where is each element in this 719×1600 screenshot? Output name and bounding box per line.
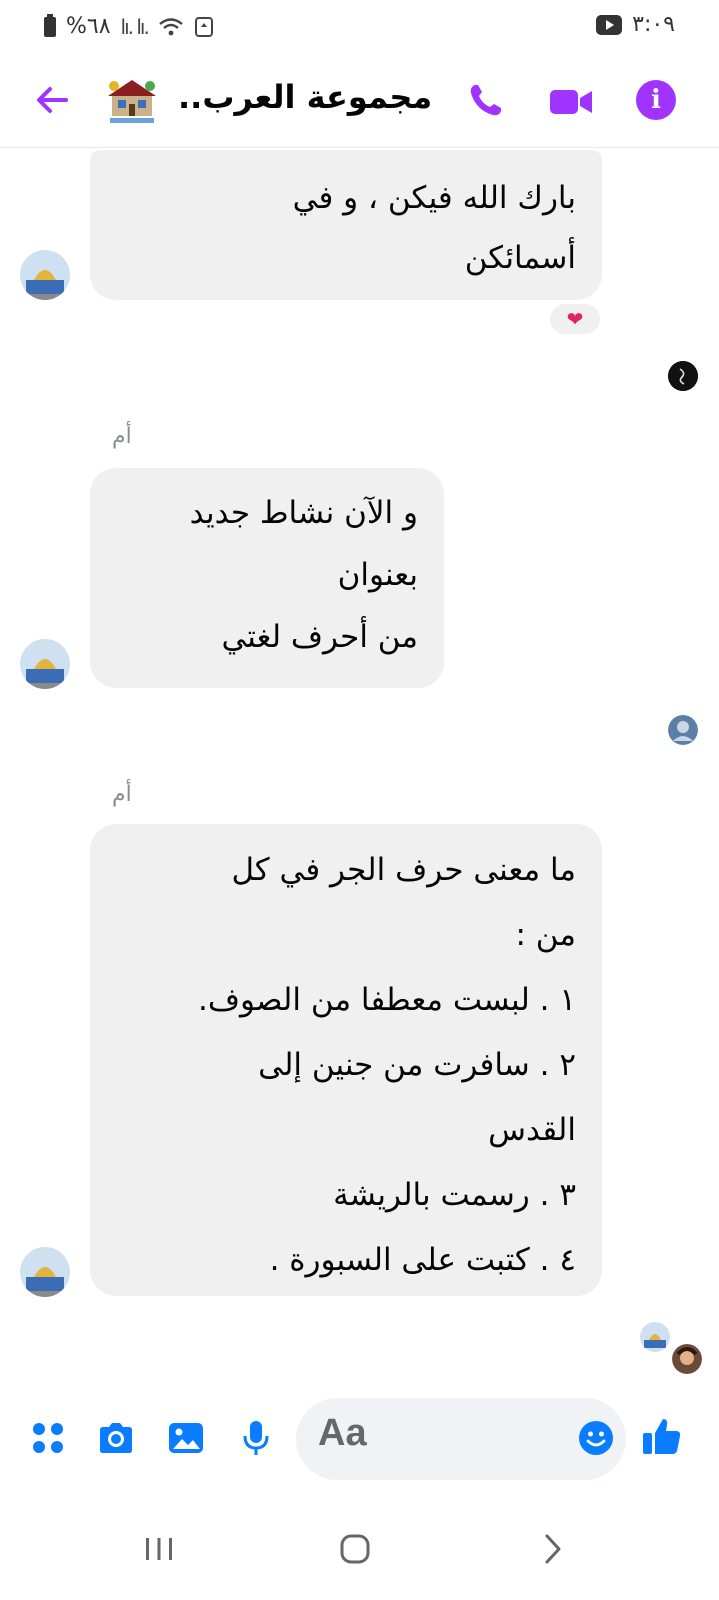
thumbs-up-icon[interactable]	[640, 1414, 684, 1458]
emoji-icon[interactable]	[578, 1420, 614, 1456]
seen-avatar	[668, 715, 698, 745]
camera-icon[interactable]	[96, 1418, 136, 1458]
seen-avatar	[668, 361, 698, 391]
back-icon[interactable]	[528, 1524, 578, 1574]
apps-icon[interactable]	[28, 1418, 68, 1458]
seen-avatar	[672, 1344, 702, 1374]
dome-avatar-icon	[640, 1322, 670, 1352]
status-right: ٣:٠٩	[596, 12, 675, 37]
chat-header: مجموعة العرب.. i	[0, 56, 719, 148]
avatar[interactable]	[20, 250, 70, 300]
battery-icon	[44, 13, 56, 37]
video-camera-icon[interactable]	[548, 82, 594, 122]
status-time: ٣:٠٩	[632, 12, 675, 37]
signal-icon: lı. lı.	[120, 14, 150, 39]
avatar[interactable]	[20, 1247, 70, 1297]
gallery-icon[interactable]	[166, 1418, 206, 1458]
status-left: %٦٨ lı. lı.	[44, 13, 214, 39]
dome-avatar-icon	[20, 1247, 70, 1297]
message-placeholder: Aa	[318, 1412, 367, 1454]
wifi-icon	[159, 17, 183, 35]
message-bubble-3[interactable]: ما معنى حرف الجر في كل من : ١ . لبست معط…	[90, 824, 602, 1296]
message-bubble-1[interactable]: بارك الله فيكن ، و في أسمائكن	[90, 150, 602, 300]
message-bubble-2[interactable]: و الآن نشاط جديد بعنوان من أحرف لغتي	[90, 468, 444, 688]
profile-photo-icon	[668, 715, 698, 745]
seen-avatar	[640, 1322, 670, 1352]
sender-name: أم	[112, 782, 132, 807]
youtube-icon	[596, 14, 623, 35]
home-icon[interactable]	[330, 1524, 380, 1574]
dark-profile-icon	[668, 361, 698, 391]
avatar[interactable]	[20, 639, 70, 689]
microphone-icon[interactable]	[236, 1418, 276, 1458]
sender-name: أم	[112, 424, 132, 449]
status-bar: %٦٨ lı. lı. ٣:٠٩	[0, 0, 719, 56]
group-title[interactable]: مجموعة العرب..	[178, 78, 432, 116]
back-arrow-icon[interactable]	[30, 78, 74, 122]
message-composer: Aa	[0, 1392, 719, 1482]
heart-reaction[interactable]: ❤	[548, 302, 602, 336]
recent-apps-icon[interactable]	[134, 1524, 184, 1574]
profile-photo-icon	[672, 1344, 702, 1374]
recycle-icon	[194, 16, 213, 37]
battery-level: %٦٨	[66, 14, 111, 39]
group-avatar[interactable]	[104, 72, 160, 128]
info-icon[interactable]: i	[636, 80, 676, 120]
message-input[interactable]: Aa	[296, 1398, 626, 1480]
dome-avatar-icon	[20, 250, 70, 300]
system-nav-bar	[0, 1500, 719, 1600]
dome-avatar-icon	[20, 639, 70, 689]
phone-icon[interactable]	[466, 80, 506, 120]
